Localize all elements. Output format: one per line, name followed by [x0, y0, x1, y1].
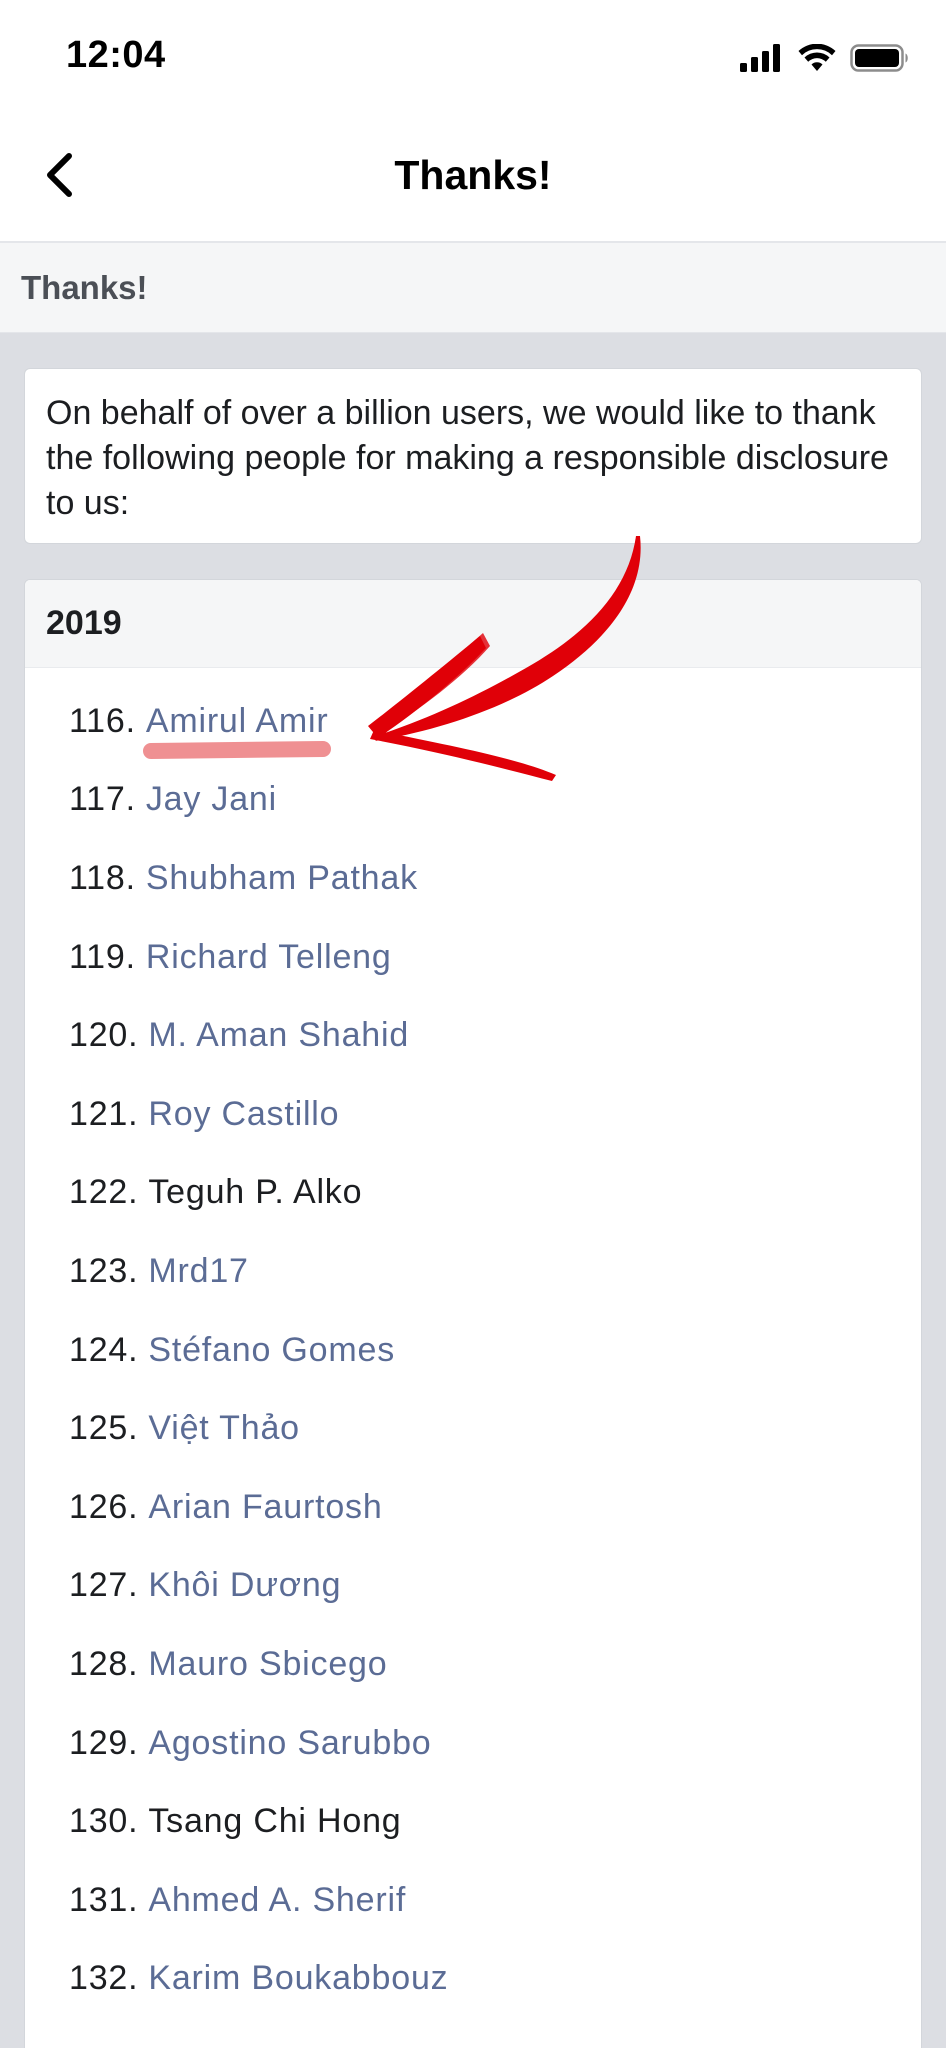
item-number: 120. [69, 1016, 139, 1055]
item-number: 131. [69, 1880, 139, 1919]
thanks-list-item: 118. Shubham Pathak [25, 839, 921, 918]
page-title: Thanks! [394, 152, 552, 198]
thanks-list-item: 120. M. Aman Shahid [25, 996, 921, 1075]
researcher-link[interactable]: Mauro Sbicego [148, 1645, 387, 1684]
item-number: 124. [69, 1330, 139, 1369]
researcher-link[interactable]: Roy Castillo [148, 1095, 339, 1134]
researcher-link[interactable]: Arian Faurtosh [148, 1488, 382, 1527]
item-number: 126. [69, 1487, 139, 1526]
researcher-link[interactable]: Agostino Sarubbo [148, 1724, 431, 1763]
thanks-list-item: 117. Jay Jani [25, 761, 921, 840]
researcher-link[interactable]: Khôi Dương [148, 1566, 341, 1605]
thanks-list-item: 121. Roy Castillo [25, 1075, 921, 1154]
year-card: 2019 116. Amirul Amir 117. Jay Jani 118. Shub… [24, 579, 922, 2048]
thanks-list-item: 122. Teguh P. Alko [25, 1154, 921, 1233]
section-header: Thanks! [0, 243, 946, 333]
thanks-list-item: 119. Richard Telleng [25, 918, 921, 997]
section-header-title: Thanks! [21, 269, 148, 306]
researcher-link[interactable]: M. Aman Shahid [148, 1016, 409, 1055]
thanks-list-item: 129. Agostino Sarubbo [25, 1704, 921, 1783]
researcher-link[interactable]: Stéfano Gomes [148, 1331, 395, 1370]
researcher-link[interactable]: Karim Boukabbouz [148, 1959, 448, 1998]
researcher-link[interactable]: Jay Jani [146, 780, 277, 819]
thanks-list-item: 128. Mauro Sbicego [25, 1625, 921, 1704]
researcher-link[interactable]: Amirul Amir [146, 702, 329, 741]
thanks-list-item: 126. Arian Faurtosh [25, 1468, 921, 1547]
status-icons [740, 40, 910, 76]
researcher-name: Teguh P. Alko [148, 1173, 363, 1212]
item-number: 116. [69, 701, 136, 740]
item-number: 132. [69, 1959, 139, 1998]
item-number: 122. [69, 1173, 139, 1212]
item-number: 121. [69, 1094, 139, 1133]
thanks-list-item: 131. Ahmed A. Sherif [25, 1861, 921, 1940]
researcher-link[interactable]: Ahmed A. Sherif [148, 1881, 406, 1920]
researcher-link[interactable]: Việt Thảo [148, 1409, 300, 1448]
researcher-link[interactable]: Mrd17 [148, 1252, 248, 1291]
wifi-icon [798, 44, 836, 71]
item-number: 127. [69, 1566, 139, 1605]
year-header: 2019 [25, 580, 921, 668]
navigation-bar: Thanks! [0, 110, 946, 243]
item-number: 125. [69, 1409, 139, 1448]
item-number: 119. [69, 937, 136, 976]
intro-card: On behalf of over a billion users, we wo… [24, 368, 922, 544]
cellular-signal-icon [740, 44, 780, 72]
thanks-list-item: 116. Amirul Amir [25, 682, 921, 761]
thanks-list-item: 132. Karim Boukabbouz [25, 1940, 921, 2019]
item-number: 128. [69, 1644, 139, 1683]
year-label: 2019 [46, 604, 122, 642]
status-bar: 12:04 [0, 0, 946, 110]
thanks-list-item: 125. Việt Thảo [25, 1389, 921, 1468]
researcher-name: Tsang Chi Hong [148, 1802, 402, 1841]
item-number: 129. [69, 1723, 139, 1762]
thanks-list-item: 123. Mrd17 [25, 1232, 921, 1311]
item-number: 118. [69, 858, 136, 897]
thanks-list: 116. Amirul Amir 117. Jay Jani 118. Shubham P… [25, 668, 921, 2018]
thanks-list-item: 127. Khôi Dương [25, 1547, 921, 1626]
item-number: 130. [69, 1802, 139, 1841]
battery-icon [850, 44, 908, 72]
researcher-link[interactable]: Shubham Pathak [146, 859, 418, 898]
thanks-list-item: 130. Tsang Chi Hong [25, 1782, 921, 1861]
status-time: 12:04 [66, 34, 166, 76]
researcher-link[interactable]: Richard Telleng [146, 938, 392, 977]
item-number: 123. [69, 1251, 139, 1290]
item-number: 117. [69, 780, 136, 819]
thanks-list-item: 124. Stéfano Gomes [25, 1311, 921, 1390]
intro-text: On behalf of over a billion users, we wo… [46, 394, 889, 522]
